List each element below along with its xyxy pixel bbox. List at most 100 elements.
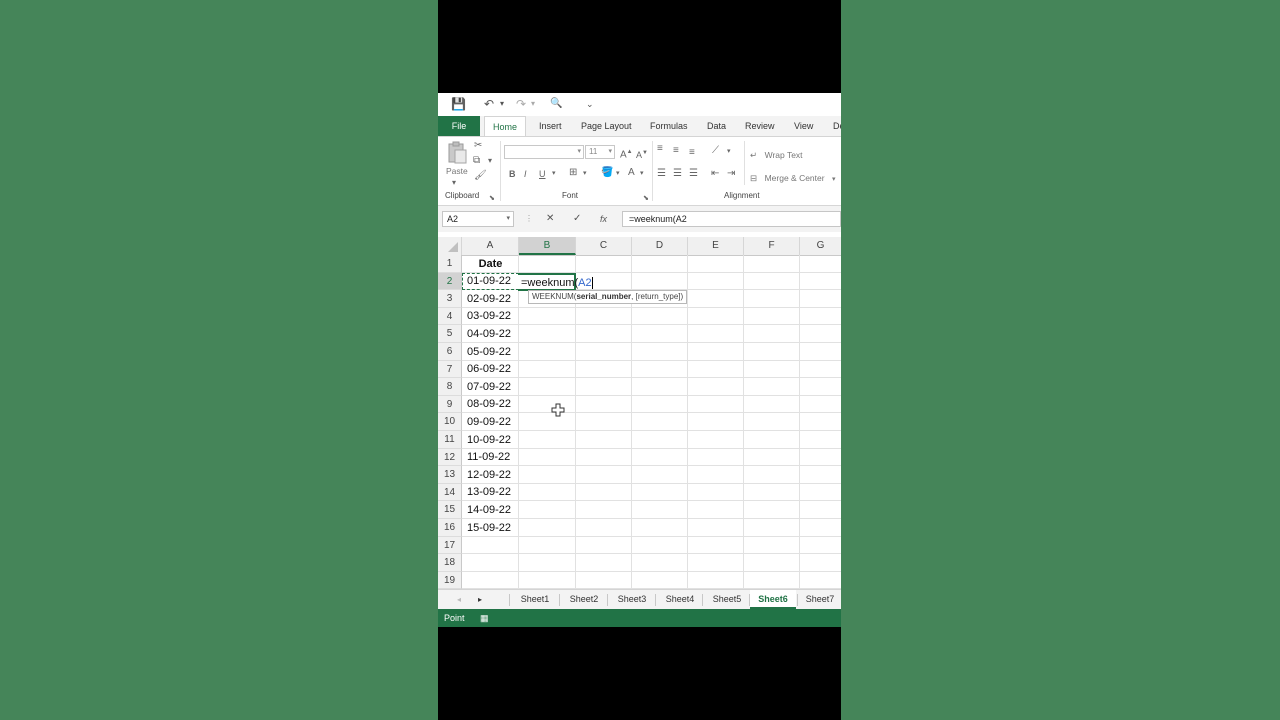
date-cell[interactable]: 14-09-22 [467, 502, 511, 519]
row-header-19[interactable]: 19 [438, 571, 462, 590]
row-header-7[interactable]: 7 [438, 360, 462, 379]
macro-record-icon[interactable]: ▦ [480, 609, 489, 627]
sheet-tab-sheet1[interactable]: Sheet1 [510, 590, 560, 609]
scroll-left-icon[interactable]: ◂ [453, 590, 465, 609]
align-left-icon[interactable]: ☰ [657, 168, 666, 180]
underline-dropdown-icon[interactable]: ▾ [552, 168, 556, 180]
tab-developer[interactable]: De [833, 116, 841, 136]
column-header-a[interactable]: A [462, 237, 519, 255]
redo-icon[interactable]: ↷ [516, 96, 526, 112]
fill-color-icon[interactable]: 🪣 [601, 167, 613, 179]
row-header-5[interactable]: 5 [438, 325, 462, 343]
column-header-g[interactable]: G [800, 237, 841, 255]
format-painter-icon[interactable]: 🖌 [474, 170, 487, 182]
italic-button[interactable]: I [524, 168, 527, 180]
row-header-18[interactable]: 18 [438, 554, 462, 572]
print-preview-icon[interactable]: 🔍 [550, 96, 562, 112]
font-color-dropdown-icon[interactable]: ▾ [640, 168, 644, 180]
function-tooltip[interactable]: WEEKNUM(serial_number, [return_type]) [528, 290, 688, 304]
sheet-tab-sheet2[interactable]: Sheet2 [560, 590, 608, 609]
orientation-icon[interactable]: ⟋ [712, 145, 719, 157]
cut-icon[interactable]: ✂ [474, 140, 482, 152]
font-launcher-icon[interactable]: ⬊ [643, 193, 649, 205]
row-header-12[interactable]: 12 [438, 448, 462, 467]
date-cell[interactable]: 09-09-22 [467, 414, 511, 431]
row-header-9[interactable]: 9 [438, 395, 462, 414]
borders-icon[interactable]: ⊞ [569, 167, 577, 179]
orientation-dropdown-icon[interactable]: ▾ [727, 146, 731, 158]
copy-dropdown-icon[interactable]: ▾ [488, 155, 492, 167]
borders-dropdown-icon[interactable]: ▾ [583, 168, 587, 180]
copy-icon[interactable]: ⧉ [473, 155, 480, 167]
font-size-combo[interactable]: 11 ▾ [585, 145, 615, 159]
worksheet-grid[interactable]: A B C D E F G 1 2 3 4 5 6 7 8 9 10 11 12 13 14 15 16 17 1… [438, 237, 841, 590]
tab-formulas[interactable]: Formulas [650, 116, 688, 136]
date-cell[interactable]: 06-09-22 [467, 361, 511, 378]
column-header-d[interactable]: D [632, 237, 688, 255]
date-cell[interactable]: 15-09-22 [467, 520, 511, 537]
name-box[interactable]: A2 ▾ [442, 211, 514, 227]
undo-dropdown-icon[interactable]: ▾ [500, 96, 504, 112]
header-cell-date[interactable]: Date [462, 256, 519, 273]
date-cell[interactable]: 11-09-22 [467, 449, 510, 466]
merge-center-button[interactable]: ⊟ Merge & Center ▾ [750, 168, 836, 186]
tab-page-layout[interactable]: Page Layout [581, 116, 632, 136]
align-middle-icon[interactable]: ≡ [673, 145, 679, 157]
row-header-17[interactable]: 17 [438, 536, 462, 555]
row-header-13[interactable]: 13 [438, 466, 462, 484]
cancel-button[interactable]: ✕ [546, 211, 554, 227]
tab-data[interactable]: Data [707, 116, 726, 136]
undo-icon[interactable]: ↶ [484, 96, 494, 112]
row-header-4[interactable]: 4 [438, 307, 462, 326]
sheet-tab-sheet5[interactable]: Sheet5 [703, 590, 751, 609]
row-header-14[interactable]: 14 [438, 483, 462, 502]
bold-button[interactable]: B [509, 168, 516, 180]
increase-indent-icon[interactable]: ⇥ [727, 168, 735, 180]
grow-font-button[interactable]: A▲ [620, 146, 633, 161]
tab-file[interactable]: File [438, 116, 480, 136]
row-header-15[interactable]: 15 [438, 501, 462, 519]
clipboard-launcher-icon[interactable]: ⬊ [489, 193, 495, 205]
tab-insert[interactable]: Insert [539, 116, 562, 136]
redo-dropdown-icon[interactable]: ▾ [531, 96, 535, 112]
customize-toolbar-icon[interactable]: ⌄ [586, 96, 594, 112]
paste-button[interactable] [446, 141, 468, 165]
sheet-tab-sheet6[interactable]: Sheet6 [750, 590, 796, 609]
row-header-6[interactable]: 6 [438, 343, 462, 361]
date-cell[interactable]: 04-09-22 [467, 326, 511, 343]
column-header-e[interactable]: E [688, 237, 744, 255]
column-header-c[interactable]: C [576, 237, 632, 255]
align-right-icon[interactable]: ☰ [689, 168, 698, 180]
column-header-b[interactable]: B [519, 237, 576, 255]
row-header-8[interactable]: 8 [438, 378, 462, 396]
underline-button[interactable]: U [539, 168, 546, 180]
tab-view[interactable]: View [794, 116, 813, 136]
row-header-11[interactable]: 11 [438, 431, 462, 449]
paste-dropdown-icon[interactable]: ▾ [452, 177, 456, 189]
row-header-2[interactable]: 2 [438, 272, 462, 291]
fill-color-dropdown-icon[interactable]: ▾ [616, 168, 620, 180]
save-icon[interactable]: 💾 [451, 96, 466, 112]
sheet-tab-sheet3[interactable]: Sheet3 [608, 590, 656, 609]
row-header-16[interactable]: 16 [438, 519, 462, 537]
formula-input[interactable]: =weeknum(A2 [622, 211, 841, 227]
select-all-corner[interactable] [438, 237, 462, 255]
align-bottom-icon[interactable]: ≡ [689, 147, 695, 159]
column-header-f[interactable]: F [744, 237, 800, 255]
decrease-indent-icon[interactable]: ⇤ [711, 168, 719, 180]
date-cell[interactable]: 13-09-22 [467, 484, 511, 501]
font-color-button[interactable]: A [628, 167, 635, 179]
date-cell[interactable]: 03-09-22 [467, 308, 511, 325]
insert-function-button[interactable]: fx [600, 211, 607, 227]
sheet-tab-sheet7[interactable]: Sheet7 [798, 590, 841, 609]
editing-cell-b2[interactable]: =weeknum(A2 [518, 273, 593, 291]
row-header-1[interactable]: 1 [438, 255, 462, 273]
tab-review[interactable]: Review [745, 116, 775, 136]
font-name-combo[interactable]: ▾ [504, 145, 584, 159]
tab-home[interactable]: Home [484, 116, 526, 137]
shrink-font-button[interactable]: A▼ [636, 147, 648, 161]
align-center-icon[interactable]: ☰ [673, 168, 682, 180]
sheet-tab-sheet4[interactable]: Sheet4 [656, 590, 704, 609]
date-cell[interactable]: 02-09-22 [467, 291, 511, 308]
scroll-right-icon[interactable]: ▸ [474, 590, 486, 609]
